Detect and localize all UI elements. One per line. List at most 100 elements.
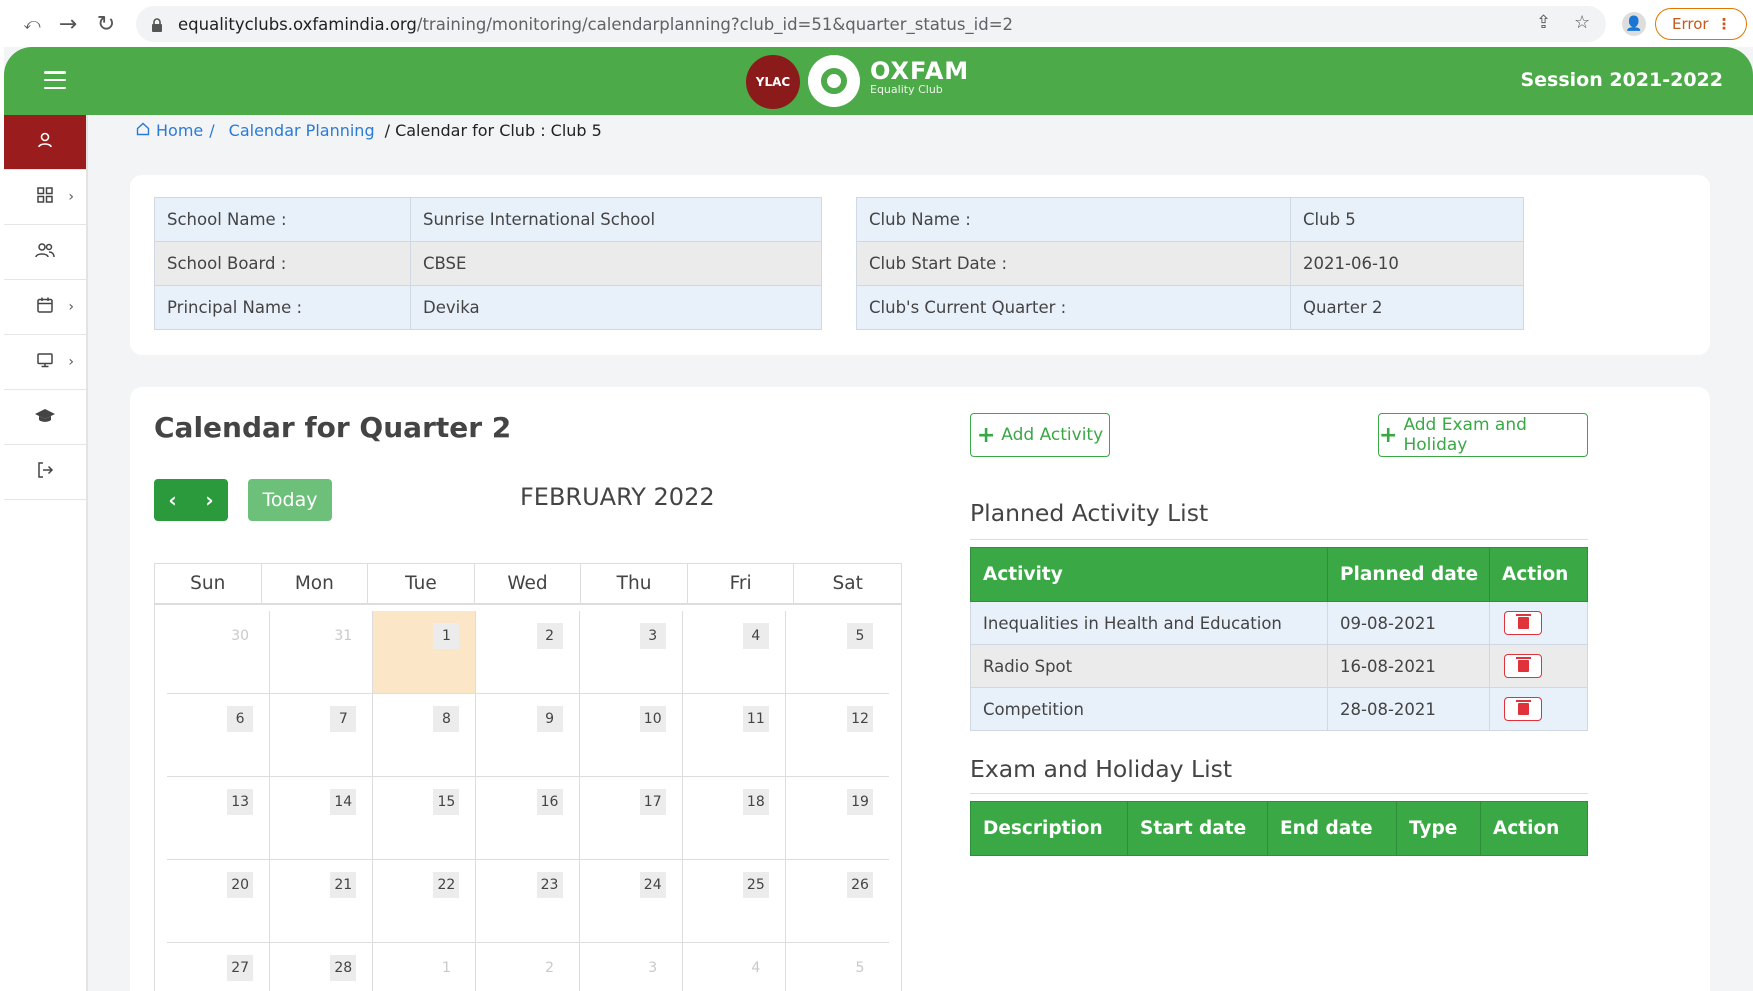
next-month-button[interactable]: › <box>191 479 228 521</box>
menu-icon[interactable] <box>44 71 66 89</box>
sidebar-item-logout[interactable] <box>4 445 86 500</box>
star-icon[interactable]: ☆ <box>1574 12 1590 33</box>
sidebar-item-monitor[interactable]: › <box>4 335 86 390</box>
day-number: 16 <box>536 789 563 815</box>
calendar-day-cell[interactable]: 18 <box>683 777 786 859</box>
plus-icon: + <box>976 422 996 448</box>
calendar-day-cell[interactable]: 14 <box>270 777 374 859</box>
day-number: 2 <box>545 960 555 976</box>
calendar-week-row: 13 14 15 16 17 18 19 <box>167 777 889 860</box>
add-exam-holiday-button[interactable]: + Add Exam and Holiday <box>1378 413 1588 457</box>
calendar-day-cell[interactable]: 7 <box>270 694 374 776</box>
home-icon <box>136 121 150 140</box>
add-activity-button[interactable]: + Add Activity <box>970 413 1110 457</box>
calendar-day-cell[interactable]: 24 <box>580 860 683 942</box>
sidebar-item-profile[interactable] <box>4 115 86 170</box>
breadcrumb: Home / Calendar Planning / Calendar for … <box>136 121 602 140</box>
calendar-day-cell[interactable]: 10 <box>580 694 683 776</box>
sidebar-item-users[interactable] <box>4 225 86 280</box>
exam-column-header: Start date <box>1127 801 1268 856</box>
calendar-day-cell[interactable]: 30 <box>167 611 271 693</box>
breadcrumb-calendar-planning[interactable]: Calendar Planning <box>229 121 375 140</box>
users-icon <box>35 241 55 263</box>
calendar-day-cell[interactable]: 5 <box>786 943 889 991</box>
error-label: Error <box>1672 15 1709 33</box>
sidebar-item-training[interactable] <box>4 390 86 445</box>
calendar-day-cell[interactable]: 4 <box>683 611 786 693</box>
chevron-right-icon: › <box>68 299 74 315</box>
calendar-day-cell[interactable]: 1 <box>373 943 477 991</box>
brand-subtitle: Equality Club <box>870 83 943 96</box>
calendar-day-cell[interactable]: 25 <box>683 860 786 942</box>
calendar-day-cell[interactable]: 2 <box>476 611 580 693</box>
calendar-day-cell[interactable]: 13 <box>167 777 271 859</box>
action-cell <box>1489 644 1588 688</box>
calendar-day-cell[interactable]: 28 <box>270 943 374 991</box>
club-info-row: Club Name : Club 5 <box>856 197 1524 242</box>
chevron-right-icon: › <box>68 189 74 205</box>
school-info-value: Devika <box>410 285 822 330</box>
day-number: 14 <box>330 789 357 815</box>
calendar-day-cell[interactable]: 11 <box>683 694 786 776</box>
calendar-day-cell[interactable]: 3 <box>580 943 683 991</box>
share-icon[interactable]: ⇪ <box>1536 12 1551 33</box>
club-info-row: Club Start Date :2021-06-10 <box>856 241 1524 286</box>
calendar-day-cell[interactable]: 8 <box>373 694 477 776</box>
calendar-day-cell[interactable]: 2 <box>476 943 580 991</box>
forward-icon[interactable]: → <box>50 6 86 42</box>
profile-avatar[interactable]: 👤 <box>1622 12 1646 36</box>
day-number: 22 <box>433 872 460 898</box>
back-icon[interactable]: ⤺ <box>14 6 50 42</box>
month-title: FEBRUARY 2022 <box>520 483 715 511</box>
calendar-day-cell[interactable]: 4 <box>683 943 786 991</box>
day-number: 2 <box>536 623 563 649</box>
calendar-day-cell[interactable]: 9 <box>476 694 580 776</box>
day-number: 4 <box>742 623 769 649</box>
calendar-day-cell[interactable]: 23 <box>476 860 580 942</box>
calendar-day-cell[interactable]: 16 <box>476 777 580 859</box>
planned-activity-title: Planned Activity List <box>970 499 1209 527</box>
calendar-day-cell[interactable]: 21 <box>270 860 374 942</box>
exam-holiday-title: Exam and Holiday List <box>970 755 1233 783</box>
app-frame: YLAC OXFAM Equality Club Session 2021-20… <box>4 47 1753 991</box>
calendar-day-cell[interactable]: 6 <box>167 694 271 776</box>
calendar-grid: Sun Mon Tue Wed Thu Fri Sat 30 31 1 2 3 4 5 6 7 8 9 10 11 1… <box>154 563 902 991</box>
delete-button[interactable] <box>1504 654 1542 678</box>
ylac-logo: YLAC <box>746 55 800 109</box>
graduation-cap-icon <box>34 406 56 428</box>
breadcrumb-home[interactable]: Home <box>156 121 203 140</box>
weekday-header: Sat <box>832 573 863 594</box>
school-info-table: School Name : Sunrise International Schoo… <box>154 197 822 330</box>
calendar-day-cell[interactable]: 17 <box>580 777 683 859</box>
calendar-day-cell[interactable]: 5 <box>786 611 889 693</box>
calendar-week-row: 27 28 1 2 3 4 5 <box>167 943 889 991</box>
calendar-day-cell[interactable]: 3 <box>580 611 683 693</box>
calendar-day-cell[interactable]: 20 <box>167 860 271 942</box>
calendar-day-cell[interactable]: 22 <box>373 860 477 942</box>
sidebar-item-calendar[interactable]: › <box>4 280 86 335</box>
sidebar-item-dashboard[interactable]: › <box>4 170 86 225</box>
day-number: 27 <box>227 955 254 981</box>
calendar-day-cell[interactable]: 1 <box>373 611 477 693</box>
weekday-header: Wed <box>475 564 582 603</box>
reload-icon[interactable]: ↻ <box>88 6 124 42</box>
exam-column-header: Action <box>1480 801 1588 856</box>
prev-month-button[interactable]: ‹ <box>154 479 191 521</box>
error-button[interactable]: Error ⋮ <box>1655 8 1747 40</box>
calendar-day-cell[interactable]: 31 <box>270 611 374 693</box>
calendar-day-cell[interactable]: 26 <box>786 860 889 942</box>
today-button[interactable]: Today <box>248 479 332 521</box>
calendar-day-cell[interactable]: 19 <box>786 777 889 859</box>
delete-button[interactable] <box>1504 611 1542 635</box>
planned-date-cell: 16-08-2021 <box>1327 644 1490 688</box>
oxfam-logo-icon <box>808 55 860 107</box>
calendar-day-cell[interactable]: 15 <box>373 777 477 859</box>
school-info-row: Principal Name : Devika <box>154 285 822 330</box>
club-info-row: Club's Current Quarter : Quarter 2 <box>856 285 1524 330</box>
school-info-label: School Name : <box>154 197 411 242</box>
calendar-day-cell[interactable]: 12 <box>786 694 889 776</box>
delete-button[interactable] <box>1504 697 1542 721</box>
calendar-day-cell[interactable]: 27 <box>167 943 271 991</box>
activity-cell: Inequalities in Health and Education <box>970 601 1328 645</box>
address-bar[interactable]: equalityclubs.oxfamindia.org/training/mo… <box>136 6 1606 42</box>
